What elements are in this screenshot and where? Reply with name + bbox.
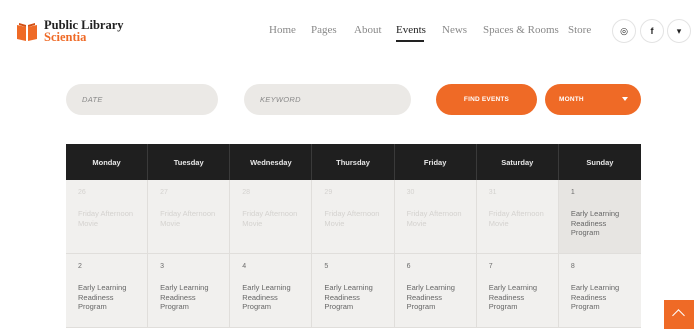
weekday-friday: Friday [395,144,477,180]
nav-spaces-rooms[interactable]: Spaces & Rooms [483,24,559,36]
calendar-week-row: 26 Friday Afternoon Movie 27 Friday Afte… [66,180,641,254]
find-events-button[interactable]: FIND EVENTS [436,84,537,115]
day-number: 2 [78,263,82,270]
logo-subtitle: Scientia [44,30,87,44]
nav-pages[interactable]: Pages [311,24,337,36]
day-number: 27 [160,189,168,196]
calendar-day-cell-today[interactable]: 1 Early Learning Readiness Program [558,180,641,253]
event-link[interactable]: Friday Afternoon Movie [242,209,302,228]
scroll-to-top-button[interactable] [664,300,694,329]
calendar-day-cell[interactable]: 8 Early Learning Readiness Program [558,254,641,327]
day-number: 6 [406,263,411,270]
day-number: 26 [78,189,86,196]
event-link[interactable]: Early Learning Readiness Program [407,283,467,312]
event-link[interactable]: Friday Afternoon Movie [407,209,467,228]
nav-news[interactable]: News [442,24,467,36]
active-nav-underline [396,40,424,42]
calendar-day-cell[interactable]: 6 Early Learning Readiness Program [394,254,477,327]
event-link[interactable]: Early Learning Readiness Program [242,283,302,312]
day-number: 1 [570,189,575,196]
calendar-week-row: 2 Early Learning Readiness Program 3 Ear… [66,254,641,328]
date-field[interactable]: DATE [66,84,218,115]
day-number: 8 [570,263,575,270]
event-link[interactable]: Friday Afternoon Movie [324,209,384,228]
nav-home[interactable]: Home [269,24,296,36]
event-link[interactable]: Friday Afternoon Movie [78,209,138,228]
calendar-day-cell[interactable]: 27 Friday Afternoon Movie [148,180,231,253]
facebook-icon[interactable]: f [640,19,664,43]
event-link[interactable]: Early Learning Readiness Program [571,283,631,312]
event-link[interactable]: Early Learning Readiness Program [160,283,220,312]
weekday-wednesday: Wednesday [230,144,313,180]
weekday-monday: Monday [66,144,149,180]
event-link[interactable]: Early Learning Readiness Program [324,283,384,312]
calendar-day-cell[interactable]: 26 Friday Afternoon Movie [66,180,149,253]
weekday-thursday: Thursday [312,144,395,180]
twitter-icon[interactable]: ▾ [667,19,691,43]
calendar-day-cell[interactable]: 31 Friday Afternoon Movie [476,180,559,253]
day-number: 7 [488,263,493,270]
calendar-day-cell[interactable]: 28 Friday Afternoon Movie [230,180,313,253]
calendar-day-cell[interactable]: 30 Friday Afternoon Movie [394,180,477,253]
day-number: 4 [242,263,247,270]
site-header: Public Library Scientia Home Pages About… [0,0,700,62]
weekday-sunday: Sunday [586,157,614,167]
events-calendar: Monday Tuesday Wednesday Thursday Friday… [66,144,641,328]
chevron-down-icon [622,97,628,101]
calendar-day-cell[interactable]: 3 Early Learning Readiness Program [148,254,231,327]
day-number: 30 [406,189,415,196]
calendar-weekday-header: Monday Tuesday Wednesday Thursday Friday… [66,144,641,180]
nav-events[interactable]: Events [396,24,426,36]
nav-store[interactable]: Store [568,24,591,36]
dribbble-icon[interactable]: ◎ [612,19,636,43]
event-link[interactable]: Early Learning Readiness Program [571,209,631,238]
chevron-up-icon [672,309,685,322]
weekday-tuesday: Tuesday [148,144,231,180]
calendar-day-cell[interactable]: 5 Early Learning Readiness Program [312,254,395,327]
weekday-saturday: Saturday [477,144,559,180]
day-number: 28 [242,189,251,196]
event-link[interactable]: Friday Afternoon Movie [489,209,549,228]
day-number: 29 [324,189,333,196]
day-number: 5 [324,263,329,270]
site-logo[interactable]: Public Library Scientia [16,19,124,43]
calendar-day-cell[interactable]: 29 Friday Afternoon Movie [312,180,395,253]
book-icon [16,21,38,43]
day-number: 3 [160,263,165,270]
event-link[interactable]: Early Learning Readiness Program [78,283,138,312]
event-link[interactable]: Friday Afternoon Movie [160,209,220,228]
day-number: 31 [488,189,497,196]
calendar-day-cell[interactable]: 2 Early Learning Readiness Program [66,254,149,327]
month-view-label: MONTH [559,96,584,103]
calendar-day-cell[interactable]: 7 Early Learning Readiness Program [476,254,559,327]
nav-about[interactable]: About [354,24,382,36]
calendar-day-cell[interactable]: 4 Early Learning Readiness Program [230,254,313,327]
keyword-field[interactable]: KEYWORD [244,84,411,115]
event-link[interactable]: Early Learning Readiness Program [489,283,549,312]
month-view-select[interactable]: MONTH [545,84,641,115]
